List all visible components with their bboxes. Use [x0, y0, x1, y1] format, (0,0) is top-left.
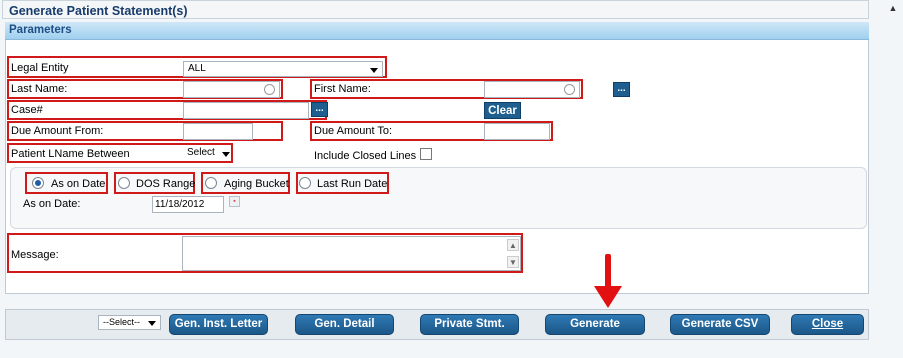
- due-from-label: Due Amount From:: [11, 125, 104, 137]
- page-title: Generate Patient Statement(s): [2, 0, 869, 19]
- scroll-down-icon[interactable]: ▼: [507, 256, 519, 268]
- lname-between-label: Patient LName Between: [11, 148, 130, 160]
- first-name-label: First Name:: [314, 83, 371, 95]
- aging-bucket-radio[interactable]: [205, 177, 217, 189]
- lookup-circle-icon[interactable]: [264, 84, 275, 95]
- generate-csv-button[interactable]: Generate CSV: [670, 314, 770, 335]
- scroll-up-icon[interactable]: ▲: [507, 239, 519, 251]
- legal-entity-value: ALL: [188, 63, 206, 74]
- last-name-label: Last Name:: [11, 83, 68, 95]
- dropdown-caret-icon: [370, 68, 378, 73]
- generate-button[interactable]: Generate: [545, 314, 645, 335]
- dropdown-caret-icon: [148, 321, 156, 326]
- footer-select[interactable]: --Select--: [98, 315, 161, 330]
- dos-range-option-label: DOS Range: [136, 178, 196, 190]
- case-lookup-button[interactable]: ...: [311, 102, 328, 117]
- message-textarea[interactable]: [182, 236, 521, 271]
- last-name-input[interactable]: [183, 81, 280, 98]
- close-button[interactable]: Close: [791, 314, 864, 335]
- gen-inst-letter-button[interactable]: Gen. Inst. Letter: [169, 314, 268, 335]
- first-name-input[interactable]: [484, 81, 580, 98]
- red-down-arrow-icon: [605, 254, 611, 288]
- as-on-date-label: As on Date:: [23, 198, 81, 210]
- aging-bucket-option-label: Aging Bucket: [224, 178, 289, 190]
- red-down-arrow-head-icon: [594, 286, 622, 308]
- as-on-date-option-label: As on Date: [51, 178, 106, 190]
- legal-entity-select[interactable]: ALL: [183, 61, 383, 77]
- name-lookup-button[interactable]: ...: [613, 82, 630, 97]
- lname-between-select[interactable]: Select: [183, 146, 230, 162]
- due-from-input[interactable]: [183, 123, 253, 140]
- case-label: Case#: [11, 104, 43, 116]
- parameters-header: Parameters: [5, 22, 869, 40]
- last-run-date-radio[interactable]: [299, 177, 311, 189]
- as-on-date-radio[interactable]: [32, 177, 44, 189]
- due-to-input[interactable]: [484, 123, 550, 140]
- gen-detail-button[interactable]: Gen. Detail: [295, 314, 394, 335]
- message-label: Message:: [11, 249, 59, 261]
- include-closed-checkbox[interactable]: [420, 148, 432, 160]
- lname-between-value: Select: [187, 147, 215, 158]
- legal-entity-label: Legal Entity: [11, 62, 69, 74]
- last-run-date-option-label: Last Run Date: [317, 178, 388, 190]
- case-input[interactable]: [183, 102, 309, 119]
- due-to-label: Due Amount To:: [314, 125, 393, 137]
- as-on-date-input[interactable]: 11/18/2012: [152, 196, 224, 213]
- lookup-circle-icon[interactable]: [564, 84, 575, 95]
- clear-button[interactable]: Clear: [484, 102, 521, 119]
- private-stmt-button[interactable]: Private Stmt.: [420, 314, 519, 335]
- dos-range-radio[interactable]: [118, 177, 130, 189]
- scroll-up-icon[interactable]: ▲: [886, 2, 900, 14]
- footer-select-value: --Select--: [103, 317, 141, 327]
- dropdown-caret-icon: [222, 152, 230, 157]
- calendar-icon[interactable]: ▪: [229, 196, 240, 207]
- include-closed-label: Include Closed Lines: [314, 150, 417, 162]
